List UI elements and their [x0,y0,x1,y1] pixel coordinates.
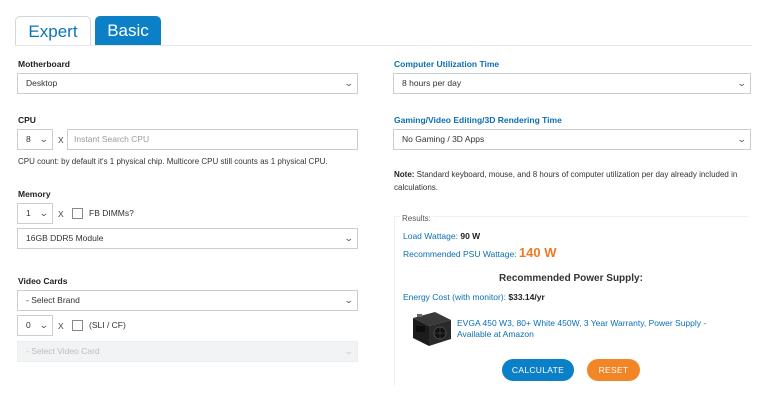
chevron-down-icon: ⌄ [737,134,748,144]
gaming-select[interactable]: No Gaming / 3D Apps ⌄ [393,129,751,150]
cpu-help-text: CPU count: by default it's 1 physical ch… [18,157,328,166]
power-supply-image[interactable] [409,308,454,348]
load-wattage: Load Wattage: 90 W [403,231,480,241]
chevron-down-icon: ⌄ [344,346,355,356]
utilization-value: 8 hours per day [402,78,462,88]
memory-multiply-sign: X [58,209,64,219]
recommended-psu-title: Recommended Power Supply: [499,273,643,284]
tab-expert[interactable]: Expert [15,16,91,46]
note-body: Standard keyboard, mouse, and 8 hours of… [394,170,738,192]
chevron-down-icon: ⌄ [344,295,355,305]
video-brand-value: - Select Brand [26,295,80,305]
memory-count-value: 1 [26,208,31,218]
reset-button[interactable]: RESET [587,359,640,381]
utilization-label: Computer Utilization Time [394,59,500,69]
cpu-count-select[interactable]: 8 ⌄ [17,129,53,150]
psu-wattage-label: Recommended PSU Wattage: [403,249,517,259]
motherboard-select[interactable]: Desktop ⌄ [17,73,358,94]
energy-cost-label: Energy Cost (with monitor): [403,292,506,302]
load-wattage-value: 90 W [460,231,481,241]
psu-wattage-value: 140 W [518,245,557,260]
chevron-down-icon: ⌄ [39,134,50,144]
motherboard-value: Desktop [26,78,58,88]
memory-module-value: 16GB DDR5 Module [26,233,104,243]
video-cards-label: Video Cards [18,276,68,286]
cpu-multiply-sign: X [58,135,64,145]
tab-divider [15,45,752,46]
calculate-button[interactable]: CALCULATE [502,359,574,381]
note-bold: Note: [394,170,415,179]
utilization-select[interactable]: 8 hours per day ⌄ [393,73,751,94]
sli-cf-checkbox[interactable] [72,320,83,331]
note-text: Note: Standard keyboard, mouse, and 8 ho… [394,168,744,194]
psu-product-link[interactable]: EVGA 450 W3, 80+ White 450W, 3 Year Warr… [457,318,727,340]
results-legend: Results: [400,214,433,223]
video-brand-select[interactable]: - Select Brand ⌄ [17,290,358,311]
video-count-select[interactable]: 0 ⌄ [17,315,53,336]
energy-cost: Energy Cost (with monitor): $33.14/yr [403,292,545,302]
video-card-value: - Select Video Card [26,346,100,356]
video-count-value: 0 [26,320,31,330]
chevron-down-icon: ⌄ [737,78,748,88]
sli-cf-label: (SLI / CF) [89,320,126,330]
memory-label: Memory [18,189,51,199]
cpu-count-value: 8 [26,134,31,144]
cpu-search-placeholder: Instant Search CPU [74,134,150,144]
mode-tabs: Expert Basic [15,16,161,46]
video-multiply-sign: X [58,321,64,331]
chevron-down-icon: ⌄ [39,320,50,330]
chevron-down-icon: ⌄ [344,233,355,243]
video-card-select[interactable]: - Select Video Card ⌄ [17,341,358,362]
fb-dimms-checkbox[interactable] [72,208,83,219]
chevron-down-icon: ⌄ [344,78,355,88]
chevron-down-icon: ⌄ [39,208,50,218]
memory-module-select[interactable]: 16GB DDR5 Module ⌄ [17,228,358,249]
gaming-label: Gaming/Video Editing/3D Rendering Time [394,115,562,125]
memory-count-select[interactable]: 1 ⌄ [17,203,53,224]
gaming-value: No Gaming / 3D Apps [402,134,485,144]
tab-basic[interactable]: Basic [95,16,161,46]
load-wattage-label: Load Wattage: [403,231,458,241]
cpu-label: CPU [18,115,36,125]
fb-dimms-label: FB DIMMs? [89,208,134,218]
motherboard-label: Motherboard [18,59,70,69]
psu-wattage: Recommended PSU Wattage: 140 W [403,245,557,260]
cpu-search-input[interactable]: Instant Search CPU [67,129,358,150]
energy-cost-value: $33.14/yr [508,292,545,302]
